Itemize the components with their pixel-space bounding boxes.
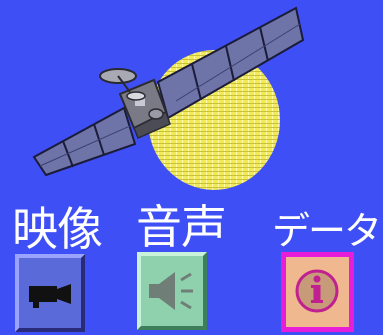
solar-array-lower [32, 106, 137, 177]
data-label: データ [272, 209, 382, 253]
video-button[interactable] [15, 254, 85, 332]
info-icon [295, 269, 339, 313]
speaker-icon [149, 272, 193, 310]
data-button[interactable] [281, 252, 354, 332]
satellite-illustration [32, 6, 305, 190]
video-label: 映像 [12, 202, 103, 256]
audio-label: 音声 [136, 200, 227, 254]
video-camera-icon [29, 284, 71, 308]
audio-button[interactable] [137, 252, 207, 330]
